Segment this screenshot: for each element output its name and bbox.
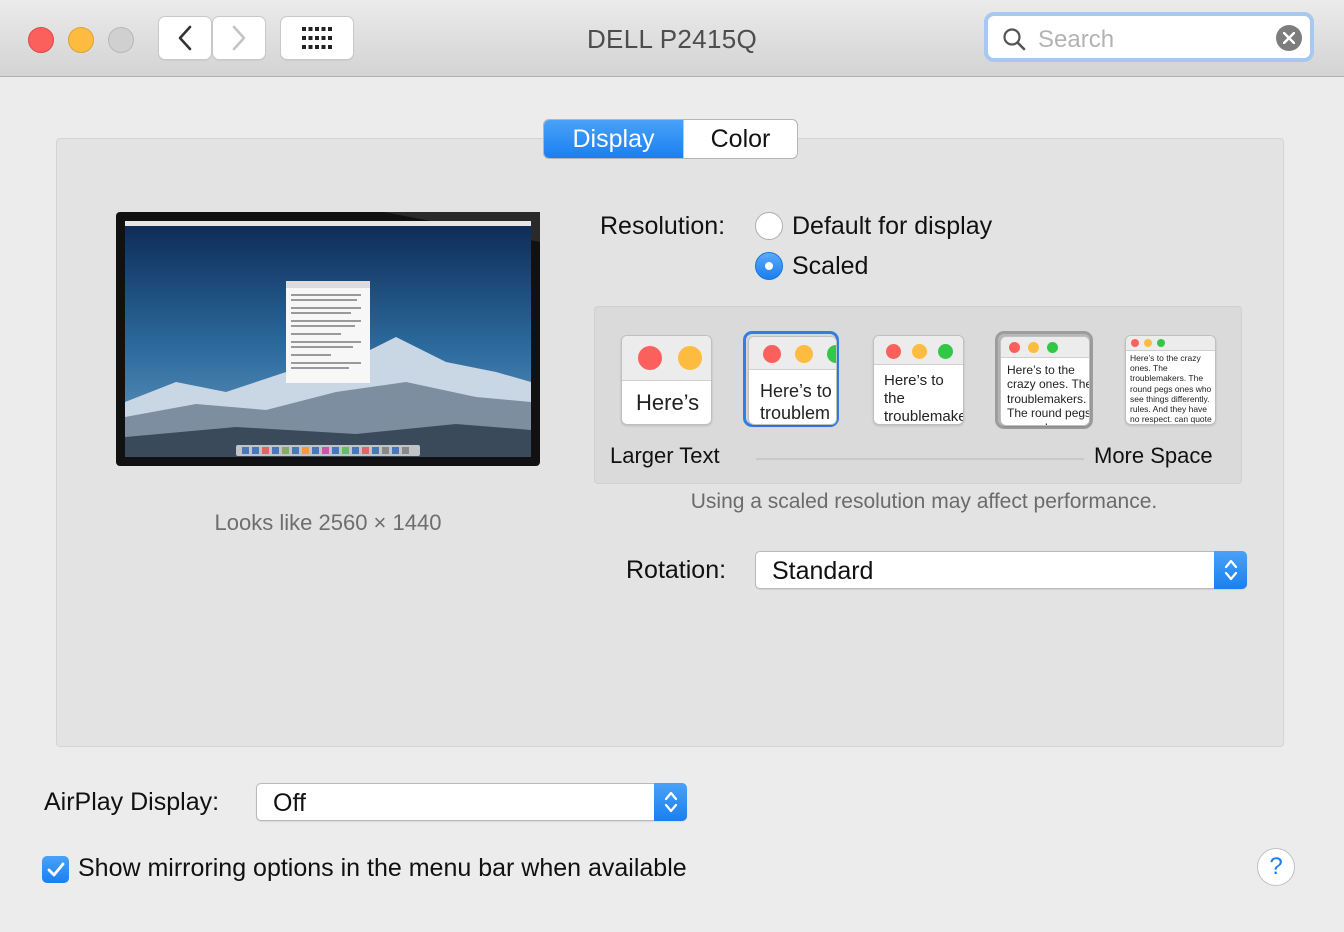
resolution-looks-like: Looks like 2560 × 1440	[214, 510, 442, 535]
clear-search-icon[interactable]	[1276, 25, 1302, 51]
rotation-label: Rotation:	[626, 556, 727, 584]
rotation-value: Standard	[772, 557, 874, 585]
search-field[interactable]: Search	[984, 12, 1314, 62]
scale-option-sample-text: Here’s to the crazy ones. The troublemak…	[1130, 353, 1212, 425]
mirroring-checkbox-label[interactable]: Show mirroring options in the menu bar w…	[78, 854, 687, 883]
search-icon	[1003, 28, 1026, 51]
scale-option-2[interactable]: Here’s to troublem	[748, 336, 837, 425]
tab-bar: Display Color	[543, 119, 798, 159]
airplay-display-popup[interactable]: Off	[256, 783, 687, 821]
scale-more-space-label: More Space	[1094, 443, 1213, 468]
help-button[interactable]: ?	[1257, 848, 1295, 886]
resolution-label: Resolution:	[600, 212, 726, 240]
radio-default-label[interactable]: Default for display	[792, 212, 992, 241]
mirroring-checkbox[interactable]	[42, 856, 69, 883]
monitor-image	[116, 212, 540, 466]
up-down-chevron-icon	[654, 783, 687, 821]
airplay-display-label: AirPlay Display:	[44, 788, 220, 816]
rotation-popup[interactable]: Standard	[755, 551, 1247, 589]
tab-display[interactable]: Display	[544, 120, 683, 158]
tab-color[interactable]: Color	[683, 120, 797, 158]
airplay-display-value: Off	[273, 789, 306, 817]
scale-option-sample-text: Here’s to the crazy ones. The troublemak…	[1007, 363, 1090, 425]
scale-option-3[interactable]: Here’s to the troublemakers. ones who se…	[873, 335, 964, 425]
performance-note: Using a scaled resolution may affect per…	[690, 490, 1158, 513]
scale-divider	[756, 458, 1084, 460]
title-bar: DELL P2415Q Search	[0, 0, 1344, 77]
scale-option-larger-text[interactable]: Here’s	[621, 335, 712, 425]
scale-option-more-space[interactable]: Here’s to the crazy ones. The troublemak…	[1125, 335, 1216, 425]
search-placeholder: Search	[1038, 26, 1115, 53]
radio-scaled[interactable]	[755, 252, 783, 280]
scale-option-sample-text: Here’s to the troublemakers. ones who se…	[884, 372, 963, 425]
radio-default-for-display[interactable]	[755, 212, 783, 240]
scale-option-sample-text: Here’s to troublem	[760, 381, 832, 423]
up-down-chevron-icon	[1214, 551, 1247, 589]
scale-option-sample-text: Here’s	[636, 390, 700, 415]
radio-scaled-label[interactable]: Scaled	[792, 252, 868, 281]
scale-option-4[interactable]: Here’s to the crazy ones. The troublemak…	[1000, 336, 1090, 426]
checkmark-icon	[47, 862, 64, 876]
scale-larger-text-label: Larger Text	[610, 443, 720, 468]
